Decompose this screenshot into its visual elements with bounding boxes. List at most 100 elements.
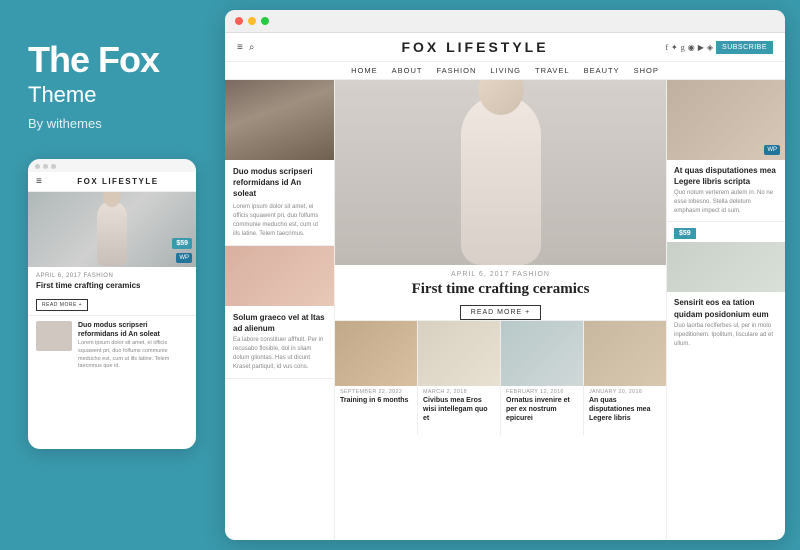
nav-fashion[interactable]: FASHION: [436, 66, 476, 75]
twitter-icon[interactable]: ✦: [671, 43, 678, 52]
hero-image: [335, 80, 666, 265]
nav-shop[interactable]: SHOP: [634, 66, 659, 75]
grid-item-1: SEPTEMBER 22, 2022 Training in 6 months: [335, 321, 418, 435]
header-right: f ✦ g ◉ ▶ ◈ SUBSCRIBE: [653, 41, 773, 54]
theme-title: The Fox: [28, 40, 200, 80]
left-top-image-bg: [225, 80, 334, 160]
mobile-hero-image: $59 WP: [28, 192, 196, 267]
mobile-read-more-btn[interactable]: READ MORE +: [36, 299, 88, 311]
left-mid-image: [225, 246, 334, 306]
nav-home[interactable]: HOME: [351, 66, 378, 75]
left-article-2-text: Ea labore constituer affhult. Per in rec…: [233, 336, 326, 372]
grid-item-2-meta: MARCH 2, 2018: [418, 386, 500, 396]
theme-subtitle: Theme: [28, 82, 200, 108]
browser-dot-close[interactable]: [235, 17, 243, 25]
content-right-col: WP At quas disputationes mea Legere libr…: [667, 80, 785, 540]
mobile-small-title: Duo modus scripseri reformidans id An so…: [78, 321, 188, 339]
grid-item-1-title: Training in 6 months: [335, 396, 417, 405]
grid-item-3-meta: FEBRUARY 12, 2016: [501, 386, 583, 396]
browser-dot-maximize[interactable]: [261, 17, 269, 25]
mobile-article-title: First time crafting ceramics: [36, 281, 188, 291]
left-article-1-title: Duo modus scripseri reformidans id An so…: [233, 166, 326, 200]
grid-item-2-title: Civibus mea Eros wisi intellegam quo et: [418, 396, 500, 423]
header-logo: FOX LIFESTYLE: [297, 39, 653, 55]
bottom-grid: SEPTEMBER 22, 2022 Training in 6 months …: [335, 320, 666, 435]
grid-item-4: JANUARY 20, 2016 An quas disputationes m…: [584, 321, 666, 435]
youtube-icon[interactable]: ▶: [698, 43, 704, 52]
nav-travel[interactable]: TRAVEL: [535, 66, 570, 75]
mobile-article-meta: APRIL 6, 2017 FASHION: [36, 273, 188, 279]
mobile-mockup: ≡ FOX LIFESTYLE $59 WP APRIL 6, 2017 FAS…: [28, 159, 196, 449]
rss-icon[interactable]: ◈: [707, 43, 713, 52]
nav-about[interactable]: ABOUT: [392, 66, 423, 75]
content-center-col: APRIL 6, 2017 FASHION First time craftin…: [335, 80, 667, 540]
site-content: Duo modus scripseri reformidans id An so…: [225, 80, 785, 540]
site-header: ≡ ⌕ FOX LIFESTYLE f ✦ g ◉ ▶ ◈ SUBSCRIBE: [225, 33, 785, 62]
site-nav: HOME ABOUT FASHION LIVING TRAVEL BEAUTY …: [225, 62, 785, 80]
mobile-hero-bg: [28, 192, 196, 267]
theme-author: By withemes: [28, 116, 200, 131]
nav-living[interactable]: LIVING: [490, 66, 521, 75]
left-top-image: [225, 80, 334, 160]
hero-title: First time crafting ceramics: [335, 280, 666, 300]
grid-item-3: FEBRUARY 12, 2016 Ornatus invenire et pe…: [501, 321, 584, 435]
mobile-dot-green: [51, 164, 56, 169]
right-article-2-text: Duo laorba recIferbes ul, per in molo in…: [674, 322, 778, 349]
right-article-1-title: At quas disputationes mea Legere libris …: [674, 165, 778, 187]
mobile-hero-head: [103, 192, 121, 207]
header-search-icon[interactable]: ⌕: [249, 42, 255, 53]
subscribe-button[interactable]: SUBSCRIBE: [716, 41, 773, 54]
right-top-image: WP: [667, 80, 785, 160]
grid-item-2-image: [418, 321, 500, 386]
browser-chrome: [225, 10, 785, 33]
header-left: ≡ ⌕: [237, 42, 297, 53]
hero-read-more-wrap: READ MORE +: [335, 305, 666, 320]
nav-beauty[interactable]: BEAUTY: [584, 66, 620, 75]
left-panel: The Fox Theme By withemes ≡ FOX LIFESTYL…: [0, 0, 220, 550]
left-article-1: Duo modus scripseri reformidans id An so…: [225, 160, 334, 246]
mobile-dot-yellow: [43, 164, 48, 169]
mobile-price-badge: $59: [172, 238, 192, 249]
mobile-small-thumb: [36, 321, 72, 351]
grid-item-4-meta: JANUARY 20, 2016: [584, 386, 666, 396]
mobile-small-content: Duo modus scripseri reformidans id An so…: [78, 321, 188, 371]
header-hamburger-icon[interactable]: ≡: [237, 42, 243, 53]
mobile-hero-figure: [97, 201, 127, 266]
mobile-dot-red: [35, 164, 40, 169]
right-article-1-text: Quo notum verterem autem in. No ne esse …: [674, 189, 778, 216]
browser-dot-minimize[interactable]: [248, 17, 256, 25]
google-icon[interactable]: g: [681, 43, 685, 52]
mobile-hamburger-icon[interactable]: ≡: [36, 176, 42, 187]
grid-item-4-title: An quas disputationes mea Legere libris: [584, 396, 666, 423]
grid-item-3-image: [501, 321, 583, 386]
hero-person-body: [461, 95, 541, 265]
right-mid-image: [667, 242, 785, 292]
mobile-small-text: Lorem ipsum dolor sit amet, ei officis s…: [78, 340, 188, 371]
left-article-2: Solum graeco vel at Itas ad alienum Ea l…: [225, 306, 334, 379]
instagram-icon[interactable]: ◉: [688, 43, 695, 52]
mobile-chrome-dots: [28, 159, 196, 172]
right-article-2: Sensirit eos ea tation quidam posidonium…: [667, 292, 785, 353]
right-article-2-title: Sensirit eos ea tation quidam posidonium…: [674, 297, 778, 319]
mobile-nav: ≡ FOX LIFESTYLE: [28, 172, 196, 192]
mobile-small-article: Duo modus scripseri reformidans id An so…: [28, 315, 196, 376]
grid-item-1-meta: SEPTEMBER 22, 2022: [335, 386, 417, 396]
right-wp-badge: WP: [764, 145, 780, 155]
hero-meta: APRIL 6, 2017 FASHION: [335, 265, 666, 280]
grid-item-1-image: [335, 321, 417, 386]
grid-item-4-image: [584, 321, 666, 386]
grid-item-2: MARCH 2, 2018 Civibus mea Eros wisi inte…: [418, 321, 501, 435]
left-article-1-text: Lorem ipsum dolor sit amet, ei officis s…: [233, 203, 326, 239]
hero-figure-wrap: [335, 80, 666, 265]
left-article-2-title: Solum graeco vel at Itas ad alienum: [233, 312, 326, 334]
browser-mockup: ≡ ⌕ FOX LIFESTYLE f ✦ g ◉ ▶ ◈ SUBSCRIBE …: [225, 10, 785, 540]
content-left-col: Duo modus scripseri reformidans id An so…: [225, 80, 335, 540]
right-price-badge: $59: [674, 228, 696, 239]
hero-person-head: [478, 80, 523, 115]
hero-read-more-btn[interactable]: READ MORE +: [460, 305, 541, 320]
mobile-wp-badge: WP: [176, 253, 192, 263]
mobile-article: APRIL 6, 2017 FASHION First time craftin…: [28, 267, 196, 315]
facebook-icon[interactable]: f: [665, 43, 668, 52]
mobile-logo: FOX LIFESTYLE: [48, 177, 188, 186]
grid-item-3-title: Ornatus invenire et per ex nostrum epicu…: [501, 396, 583, 423]
